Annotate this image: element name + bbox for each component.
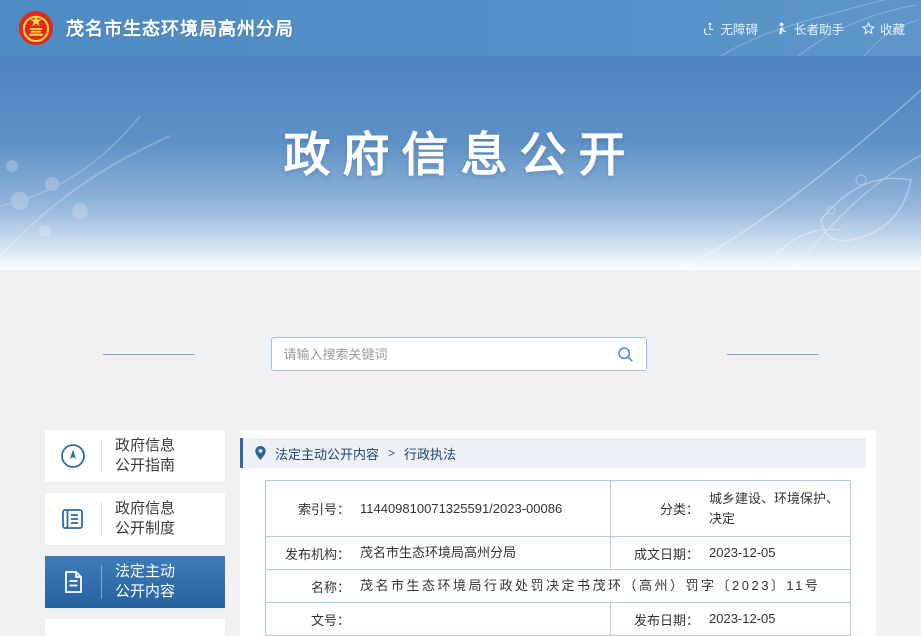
site-title: 茂名市生态环境局高州分局 <box>66 15 294 41</box>
written-date-label: 成文日期： <box>611 544 699 563</box>
search-button[interactable] <box>617 346 634 363</box>
table-row-docnumber-publishdate: 文号： 发布日期： 2023-12-05 <box>266 602 850 635</box>
index-number-cell: 索引号： 114409810071325591/2023-00086 <box>266 481 610 536</box>
header-decoration <box>661 0 921 56</box>
written-date-value: 2023-12-05 <box>709 543 784 563</box>
banner-title: 政府信息公开 <box>0 116 921 185</box>
table-row-name: 名称： 茂名市生态环境局行政处罚决定书茂环（高州）罚字〔2023〕11号 <box>266 569 850 602</box>
sidebar-item-disclosure-guide[interactable]: 政府信息 公开指南 <box>45 430 225 482</box>
sidebar-label-line2: 公开指南 <box>115 456 175 476</box>
sidebar-label-line1: 法定主动 <box>115 562 175 582</box>
breadcrumb: 法定主动公开内容 > 行政执法 <box>240 438 866 468</box>
book-icon <box>45 505 101 533</box>
search-input[interactable] <box>284 347 617 362</box>
sidebar-label-line1: 政府信息 <box>115 436 175 456</box>
publishing-agency-cell: 发布机构： 茂名市生态环境局高州分局 <box>266 537 610 569</box>
compass-icon <box>45 442 101 470</box>
document-name-value: 茂名市生态环境局行政处罚决定书茂环（高州）罚字〔2023〕11号 <box>360 576 828 596</box>
document-number-cell: 文号： <box>266 603 610 635</box>
decorative-line-right <box>727 354 819 355</box>
breadcrumb-parent[interactable]: 法定主动公开内容 <box>275 444 379 463</box>
search-icon <box>617 346 634 363</box>
document-name-cell: 名称： 茂名市生态环境局行政处罚决定书茂环（高州）罚字〔2023〕11号 <box>266 570 850 602</box>
page-banner: 政府信息公开 <box>0 56 921 270</box>
index-number-label: 索引号： <box>266 499 350 518</box>
search-row <box>0 336 921 372</box>
sidebar: 政府信息 公开指南 政府信息 公开制度 <box>45 430 225 636</box>
main-content-panel: 法定主动公开内容 > 行政执法 索引号： 114409810071325591/… <box>240 430 876 636</box>
written-date-cell: 成文日期： 2023-12-05 <box>610 537 850 569</box>
sidebar-divider <box>101 502 102 536</box>
sidebar-item-label: 政府信息 公开指南 <box>115 436 175 476</box>
document-number-label: 文号： <box>266 610 350 629</box>
document-name-label: 名称： <box>266 577 350 596</box>
sidebar-label-line2: 公开制度 <box>115 519 175 539</box>
document-icon <box>45 568 101 596</box>
publish-date-label: 发布日期： <box>611 610 699 629</box>
publishing-agency-value: 茂名市生态环境局高州分局 <box>360 543 524 563</box>
sidebar-item-statutory-disclosure[interactable]: 法定主动 公开内容 <box>45 556 225 608</box>
top-header-bar: 茂名市生态环境局高州分局 无障碍 长者助手 <box>0 0 921 56</box>
table-row-agency-date: 发布机构： 茂名市生态环境局高州分局 成文日期： 2023-12-05 <box>266 536 850 569</box>
category-label: 分类： <box>611 499 699 518</box>
sidebar-item-label: 政府信息 公开制度 <box>115 499 175 539</box>
category-value: 城乡建设、环境保护、决定 <box>709 489 850 528</box>
search-box <box>271 337 647 371</box>
index-number-value: 114409810071325591/2023-00086 <box>360 499 570 519</box>
breadcrumb-separator: > <box>388 446 395 460</box>
category-cell: 分类： 城乡建设、环境保护、决定 <box>610 481 850 536</box>
publishing-agency-label: 发布机构： <box>266 544 350 563</box>
national-emblem-logo <box>18 10 54 46</box>
sidebar-item-label: 法定主动 公开内容 <box>115 562 175 602</box>
sidebar-item-disclosure-system[interactable]: 政府信息 公开制度 <box>45 493 225 545</box>
decorative-line-left <box>103 354 195 355</box>
sidebar-label-line2: 公开内容 <box>115 582 175 602</box>
publish-date-cell: 发布日期： 2023-12-05 <box>610 603 850 635</box>
sidebar-divider <box>101 439 102 473</box>
publish-date-value: 2023-12-05 <box>709 609 784 629</box>
breadcrumb-current: 行政执法 <box>404 444 456 463</box>
sidebar-item-partial[interactable] <box>45 619 225 636</box>
page: 茂名市生态环境局高州分局 无障碍 长者助手 <box>0 0 921 636</box>
table-row-index-category: 索引号： 114409810071325591/2023-00086 分类： 城… <box>266 481 850 536</box>
sidebar-label-line1: 政府信息 <box>115 499 175 519</box>
location-pin-icon <box>255 446 266 460</box>
sidebar-divider <box>101 565 102 599</box>
document-detail-table: 索引号： 114409810071325591/2023-00086 分类： 城… <box>265 480 851 636</box>
